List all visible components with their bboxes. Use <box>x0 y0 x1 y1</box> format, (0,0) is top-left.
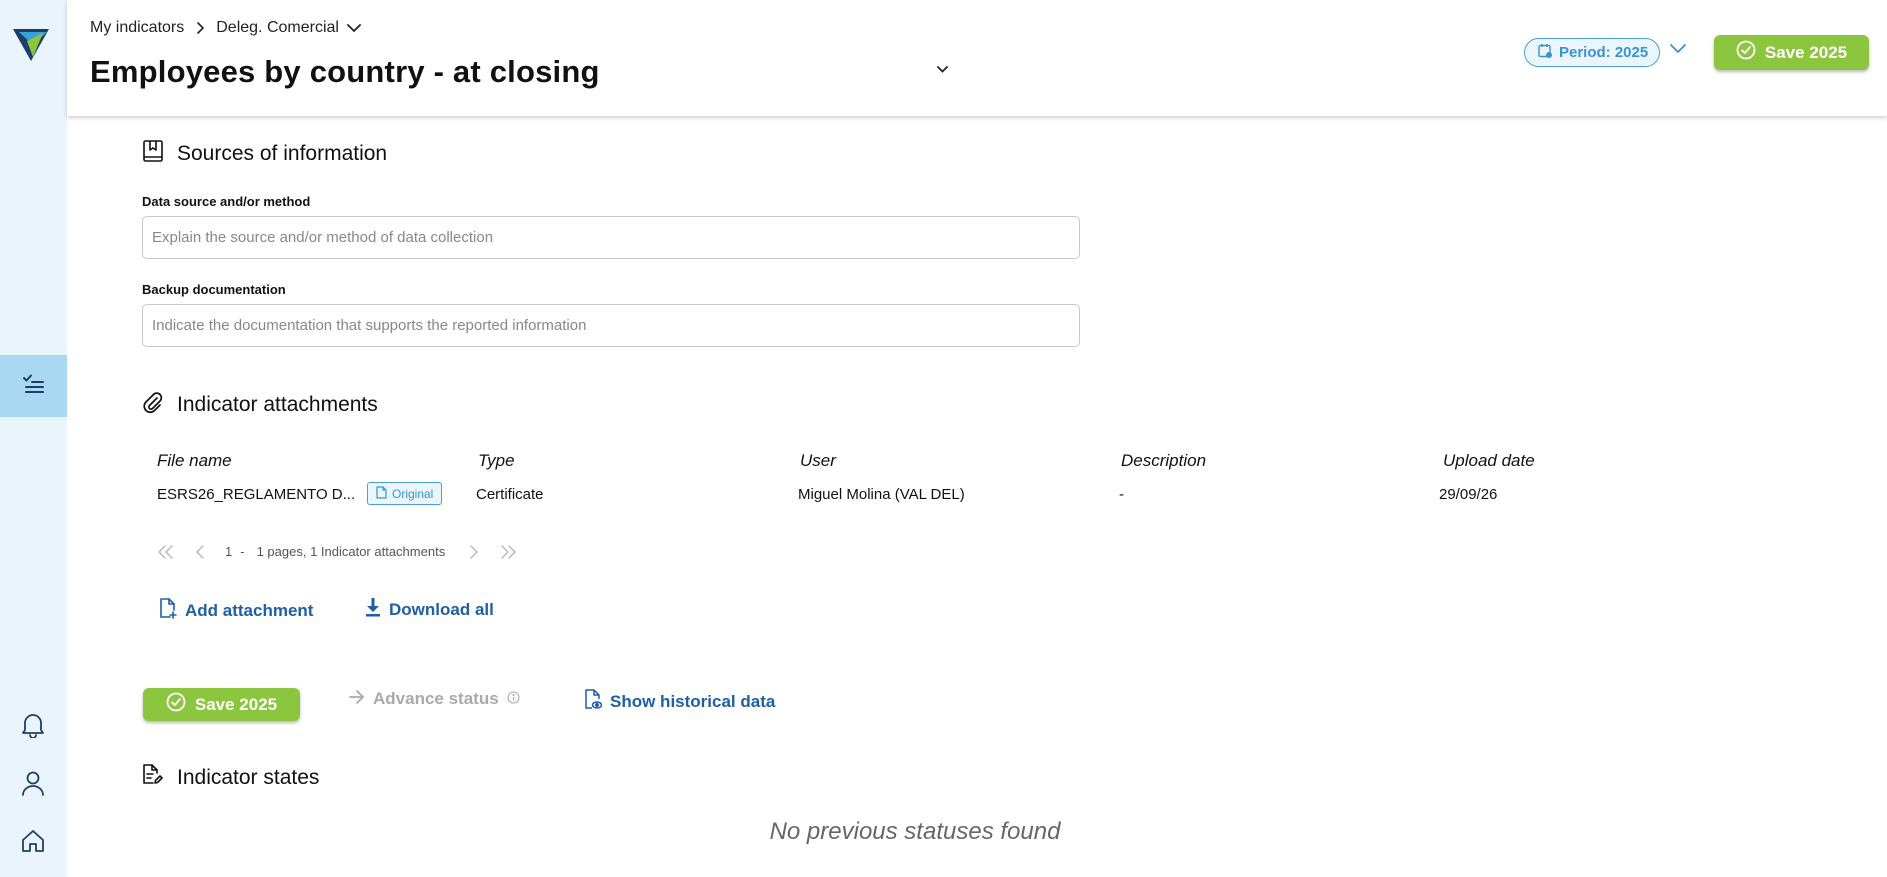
column-header-file-name[interactable]: File name <box>157 451 232 471</box>
page-separator: - <box>240 544 245 559</box>
page-title: Employees by country - at closing <box>90 54 600 89</box>
app: My indicators Deleg. Comercial Employees… <box>0 0 1887 877</box>
save-button-bottom[interactable]: Save 2025 <box>143 688 300 721</box>
check-circle-icon <box>1736 40 1756 65</box>
column-header-type[interactable]: Type <box>478 451 515 471</box>
save-button-label: Save 2025 <box>194 694 278 714</box>
save-button-label: Save 2025 <box>1764 42 1848 62</box>
brand-logo-icon[interactable] <box>13 29 49 61</box>
sidebar <box>0 0 67 877</box>
breadcrumb-current[interactable]: Deleg. Comercial <box>216 19 339 37</box>
main-content: Sources of information Data source and/o… <box>67 116 1887 877</box>
first-page-icon[interactable] <box>157 544 175 559</box>
badge-label: Original <box>392 486 434 501</box>
description-cell: - <box>1119 486 1124 503</box>
title-dropdown-chevron-icon[interactable] <box>937 66 948 73</box>
previous-page-icon[interactable] <box>195 544 205 559</box>
column-header-description[interactable]: Description <box>1121 451 1206 471</box>
pagination: 1 - 1 pages, 1 Indicator attachments <box>157 544 537 559</box>
original-badge[interactable]: Original <box>367 482 443 505</box>
attachments-section-header: Indicator attachments <box>143 391 378 419</box>
document-edit-icon <box>143 764 163 791</box>
chevron-down-icon[interactable] <box>347 23 361 33</box>
show-historical-data-label: Show historical data <box>610 692 776 711</box>
advance-status-label: Advance status <box>373 689 499 708</box>
pagination-summary: 1 pages, 1 Indicator attachments <box>256 544 446 559</box>
period-chevron-down-icon[interactable] <box>1670 44 1686 54</box>
page-header: My indicators Deleg. Comercial Employees… <box>67 0 1887 116</box>
column-header-upload-date[interactable]: Upload date <box>1443 451 1535 471</box>
user-cell: Miguel Molina (VAL DEL) <box>798 486 965 503</box>
document-icon <box>376 485 387 502</box>
file-plus-icon <box>159 598 177 624</box>
column-header-user[interactable]: User <box>800 451 836 471</box>
arrow-right-icon <box>349 689 365 709</box>
last-page-icon[interactable] <box>499 544 517 559</box>
sidebar-item-indicators[interactable] <box>0 355 67 417</box>
show-historical-data-button[interactable]: Show historical data <box>584 689 775 715</box>
empty-states-message: No previous statuses found <box>769 818 1061 845</box>
add-attachment-label: Add attachment <box>185 601 314 620</box>
file-name-cell[interactable]: ESRS26_REGLAMENTO D... <box>157 486 355 503</box>
paperclip-icon <box>143 391 163 419</box>
states-section-header: Indicator states <box>143 764 319 791</box>
period-selector[interactable]: Period: 2025 <box>1524 38 1661 67</box>
attachments-title: Indicator attachments <box>177 393 378 416</box>
upload-date-cell: 29/09/26 <box>1439 486 1498 503</box>
book-icon <box>143 140 163 168</box>
data-source-label: Data source and/or method <box>142 194 311 209</box>
backup-documentation-label: Backup documentation <box>142 282 286 297</box>
sources-title: Sources of information <box>177 142 388 165</box>
download-all-label: Download all <box>389 600 494 619</box>
backup-documentation-input[interactable] <box>142 304 1080 347</box>
breadcrumb-root-link[interactable]: My indicators <box>90 19 184 37</box>
next-page-icon[interactable] <box>469 544 479 559</box>
file-eye-icon <box>584 689 603 715</box>
advance-status-button[interactable]: Advance status <box>349 689 520 709</box>
states-title: Indicator states <box>177 765 320 789</box>
check-circle-icon <box>166 692 186 717</box>
period-label: Period: 2025 <box>1559 44 1649 61</box>
download-icon <box>365 598 381 622</box>
user-icon[interactable] <box>19 769 47 797</box>
data-source-input[interactable] <box>142 216 1080 259</box>
checklist-icon <box>22 374 45 399</box>
calendar-icon <box>1538 43 1553 63</box>
add-attachment-button[interactable]: Add attachment <box>159 598 313 624</box>
breadcrumb: My indicators Deleg. Comercial <box>90 19 361 37</box>
chevron-right-icon <box>196 22 205 34</box>
current-page: 1 <box>225 544 233 559</box>
type-cell: Certificate <box>476 486 544 503</box>
info-icon[interactable] <box>507 689 520 709</box>
save-button-top[interactable]: Save 2025 <box>1714 35 1869 70</box>
sources-section-header: Sources of information <box>143 140 387 168</box>
download-all-button[interactable]: Download all <box>365 598 494 622</box>
bell-icon[interactable] <box>19 711 47 739</box>
